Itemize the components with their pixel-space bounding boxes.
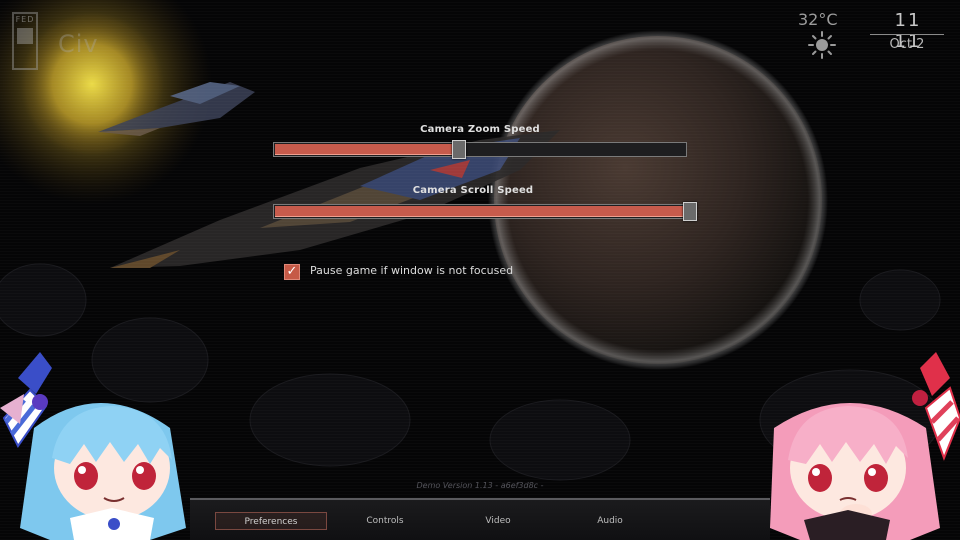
tab-audio[interactable]: Audio bbox=[572, 512, 648, 530]
logo-emblem-icon bbox=[17, 28, 33, 44]
pause-when-unfocused-checkbox[interactable]: ✓ bbox=[284, 264, 300, 280]
camera-zoom-handle[interactable] bbox=[452, 140, 467, 159]
clock-divider bbox=[870, 34, 944, 35]
logo-text: FED bbox=[15, 15, 35, 24]
pink-haired-character bbox=[770, 352, 960, 540]
tab-video[interactable]: Video bbox=[460, 512, 536, 530]
clock-date: Oct 2 bbox=[889, 37, 925, 52]
logo-word: Civ bbox=[58, 30, 99, 58]
tab-controls[interactable]: Controls bbox=[345, 512, 425, 530]
camera-scroll-handle[interactable] bbox=[683, 202, 697, 221]
camera-zoom-fill bbox=[275, 144, 461, 155]
camera-scroll-label: Camera Scroll Speed bbox=[412, 185, 534, 196]
planet-rim bbox=[488, 30, 828, 370]
blue-haired-character bbox=[0, 352, 186, 540]
sun-icon bbox=[808, 31, 836, 59]
checkmark-icon: ✓ bbox=[286, 264, 298, 279]
camera-zoom-label: Camera Zoom Speed bbox=[420, 124, 540, 135]
pause-when-unfocused-label: Pause game if window is not focused bbox=[310, 264, 514, 277]
camera-zoom-slider[interactable] bbox=[273, 142, 687, 157]
camera-scroll-slider[interactable] bbox=[273, 204, 697, 219]
game-logo: FED bbox=[12, 12, 38, 70]
camera-scroll-fill bbox=[275, 206, 697, 217]
temperature-readout: 32°C bbox=[798, 10, 838, 29]
tab-preferences[interactable]: Preferences bbox=[215, 512, 327, 530]
